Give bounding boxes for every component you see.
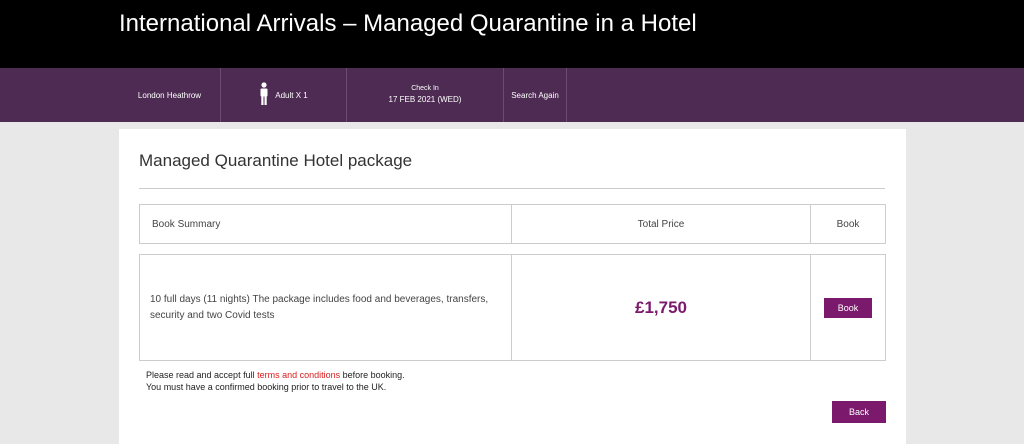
search-bar: London Heathrow Adult X 1 Check In 17 FE… <box>0 68 1024 122</box>
header-book-summary: Book Summary <box>139 204 512 244</box>
terms-note: Please read and accept full terms and co… <box>146 369 405 381</box>
search-again-label: Search Again <box>511 90 559 100</box>
travel-note: You must have a confirmed booking prior … <box>146 382 387 392</box>
total-price: £1,750 <box>635 297 687 317</box>
terms-note-suffix: before booking. <box>340 370 405 380</box>
back-button[interactable]: Back <box>832 401 886 423</box>
package-description: 10 full days (11 nights) The package inc… <box>139 254 512 361</box>
top-banner: International Arrivals – Managed Quarant… <box>0 0 1024 68</box>
person-icon <box>259 82 269 108</box>
package-card: Managed Quarantine Hotel package Book Su… <box>119 129 906 444</box>
price-cell: £1,750 <box>511 254 811 361</box>
page-title: International Arrivals – Managed Quarant… <box>119 10 697 37</box>
terms-note-prefix: Please read and accept full <box>146 370 258 380</box>
terms-link[interactable]: terms and conditions <box>257 370 340 380</box>
divider <box>139 188 885 189</box>
book-button[interactable]: Book <box>824 297 872 318</box>
guests-label: Adult X 1 <box>275 90 308 100</box>
location-selector[interactable]: London Heathrow <box>119 68 221 122</box>
checkin-date: 17 FEB 2021 (WED) <box>388 94 462 104</box>
header-book: Book <box>810 204 886 244</box>
book-cell: Book <box>810 254 886 361</box>
header-total-price: Total Price <box>511 204 811 244</box>
booking-notes: Please read and accept full terms and co… <box>146 369 405 393</box>
checkin-label: Check In <box>411 84 439 92</box>
guests-selector[interactable]: Adult X 1 <box>221 68 347 122</box>
search-again-button[interactable]: Search Again <box>504 68 567 122</box>
checkin-selector[interactable]: Check In 17 FEB 2021 (WED) <box>347 68 504 122</box>
package-title: Managed Quarantine Hotel package <box>139 151 413 170</box>
location-label: London Heathrow <box>137 90 202 100</box>
